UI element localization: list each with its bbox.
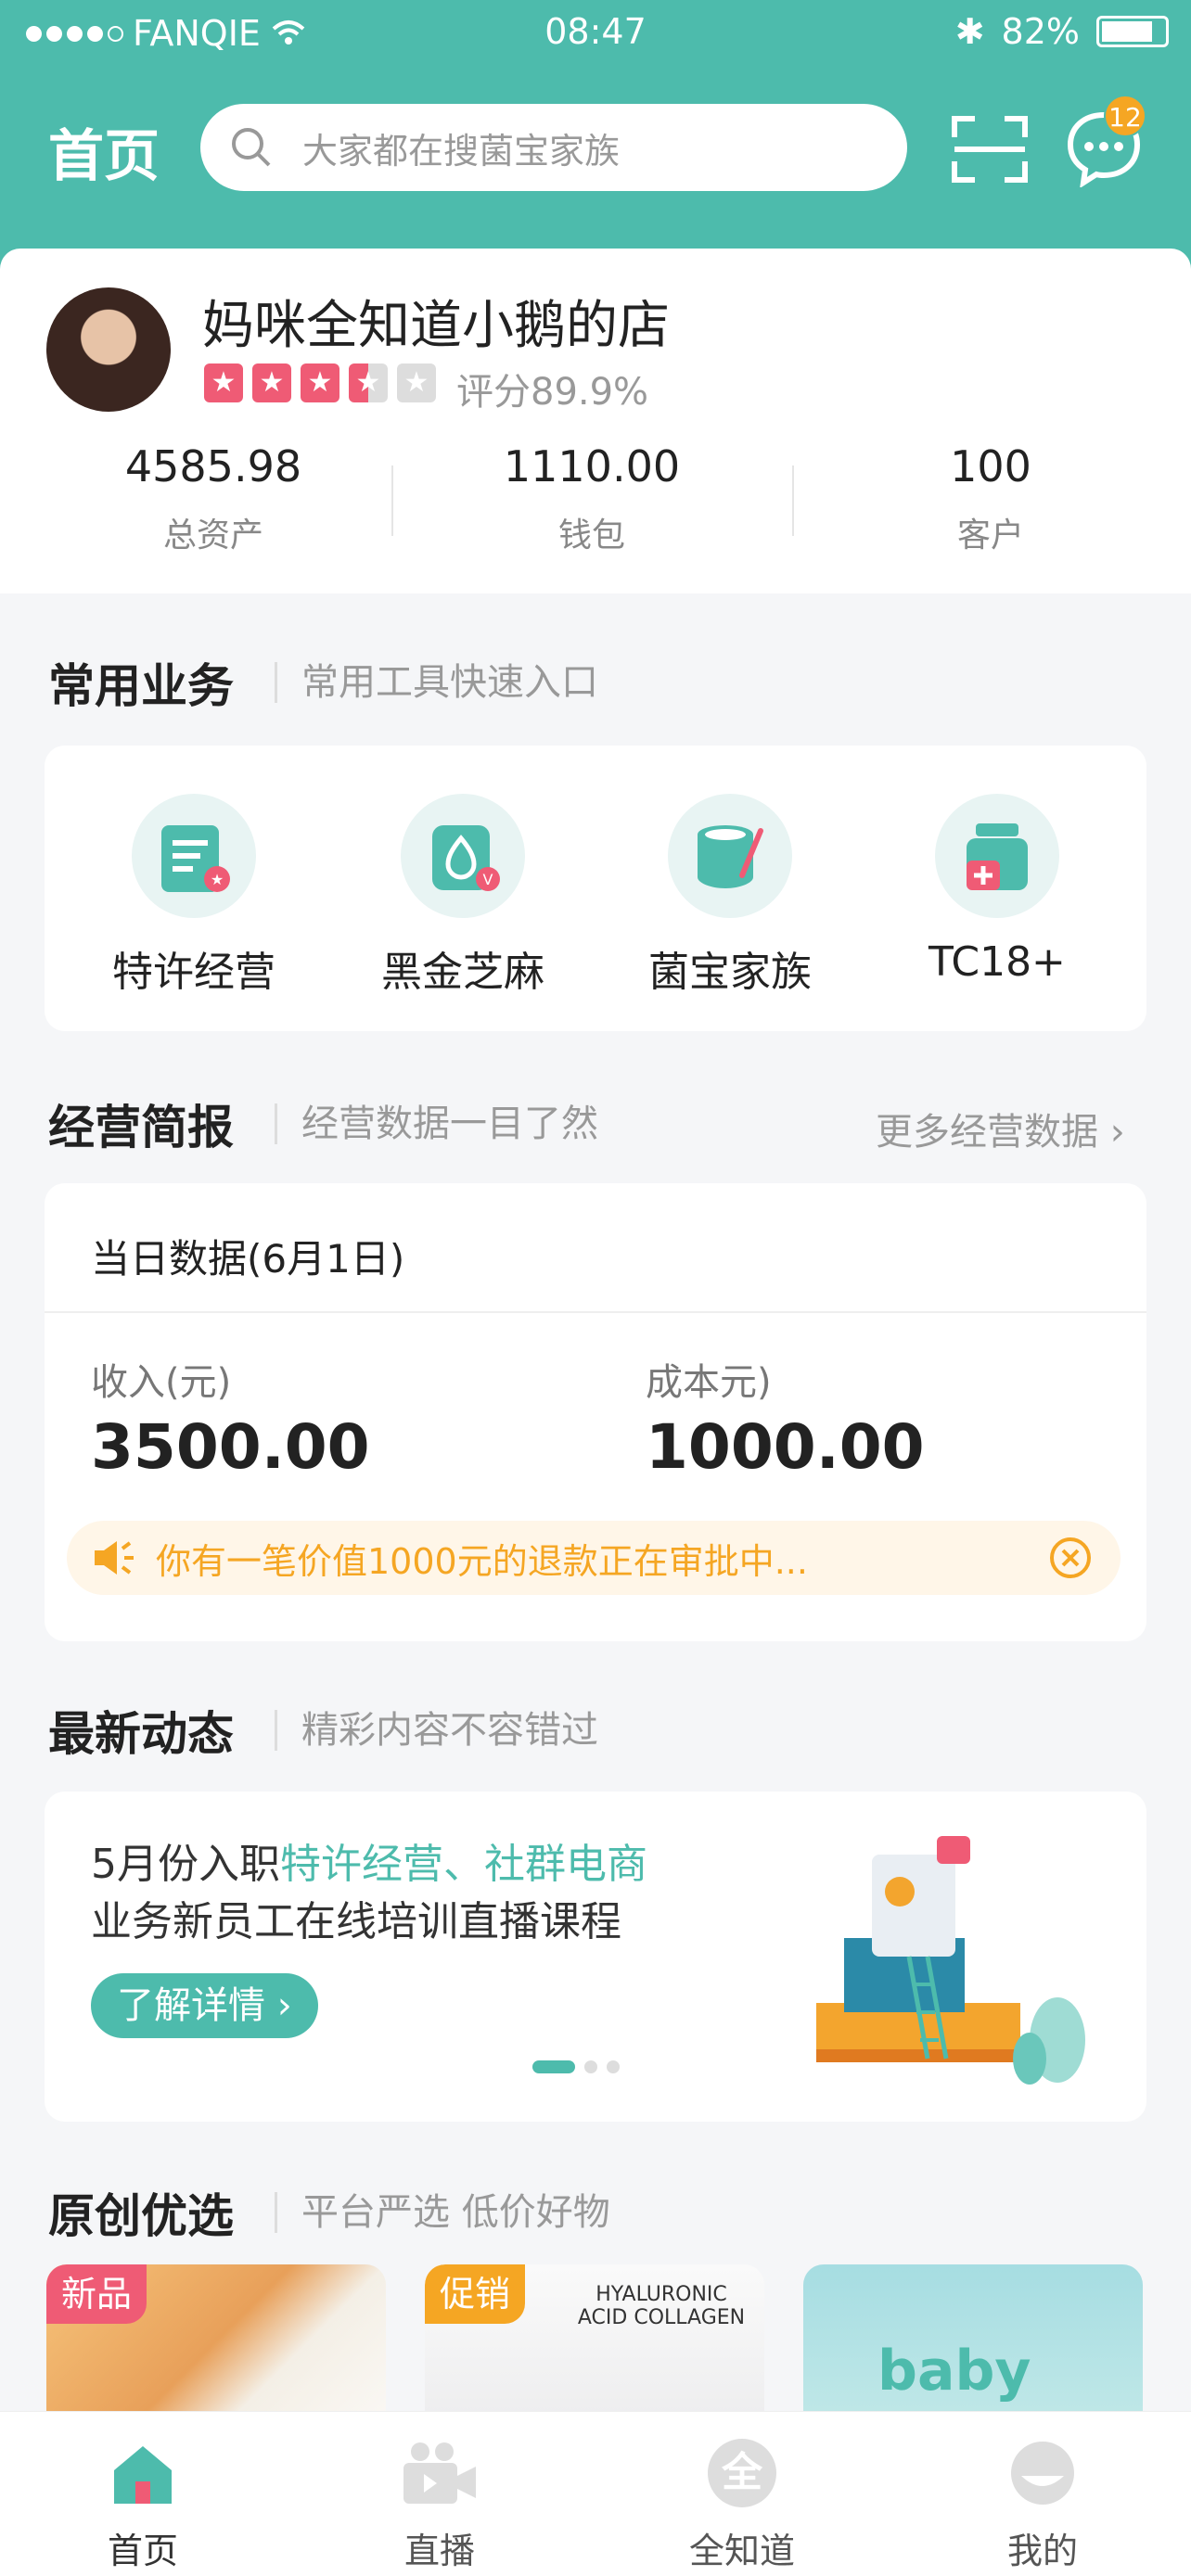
tool-label: TC18+ (928, 938, 1066, 986)
tool-label: 特许经营 (112, 949, 275, 996)
chevron-right-icon: › (276, 1984, 292, 2027)
knowall-icon: 全 (708, 2439, 776, 2507)
section-subtitle-news: 精彩内容不容错过 (275, 1710, 598, 1751)
jar-icon (698, 825, 763, 888)
news-line2: 业务新员工在线培训直播课程 (91, 1898, 621, 1945)
search-placeholder: 大家都在搜菌宝家族 (302, 130, 621, 172)
divider (391, 465, 393, 536)
home-icon (114, 2446, 172, 2504)
cost-label: 成本元) (646, 1361, 772, 1404)
section-title-picks: 原创优选 (48, 2189, 234, 2243)
page-title: 首页 (48, 124, 160, 189)
notice-text: 你有一笔价值1000元的退款正在审批中... (156, 1540, 808, 1582)
tab-mine[interactable]: 我的 (950, 2439, 1135, 2573)
svg-text:V: V (483, 871, 493, 888)
day-data-label: 当日数据(6月1日) (91, 1236, 405, 1282)
income-value: 3500.00 (91, 1411, 370, 1483)
message-count-badge: 12 (1104, 95, 1146, 137)
scan-icon[interactable] (951, 115, 1029, 184)
tool-label: 黑金芝麻 (381, 949, 544, 996)
stat-customers[interactable]: 100 客户 (852, 441, 1130, 556)
divider (45, 1311, 1146, 1313)
news-highlight: 特许经营、社群电商 (280, 1841, 647, 1888)
section-title-brief: 经营简报 (48, 1101, 234, 1154)
star-rating: ★ ★ ★ ★ ★ (204, 363, 436, 402)
tab-home[interactable]: 首页 (50, 2439, 236, 2573)
more-data-link[interactable]: 更多经营数据 › (876, 1102, 1125, 1155)
divider (792, 465, 794, 536)
close-icon[interactable] (1048, 1536, 1093, 1580)
tab-label: 直播 (403, 2531, 475, 2571)
star-empty-icon: ★ (397, 363, 436, 402)
carousel-indicator (532, 2060, 620, 2073)
search-input[interactable]: 大家都在搜菌宝家族 (200, 104, 907, 191)
stat-label: 客户 (956, 516, 1024, 555)
more-data-label: 更多经营数据 (876, 1111, 1098, 1154)
section-title-common: 常用业务 (48, 659, 234, 713)
video-icon (403, 2442, 476, 2504)
tab-label: 全知道 (688, 2531, 795, 2571)
stat-value: 1110.00 (503, 441, 681, 491)
section-subtitle-brief: 经营数据一目了然 (275, 1103, 598, 1144)
stat-label: 钱包 (557, 516, 625, 555)
rating-text: 评分89.9% (456, 371, 649, 414)
tab-live[interactable]: 直播 (347, 2439, 532, 2573)
star-half-icon: ★ (349, 363, 388, 402)
section-title-news: 最新动态 (48, 1707, 234, 1761)
avatar[interactable] (46, 287, 171, 412)
new-tag: 新品 (46, 2264, 147, 2324)
tool-license[interactable]: ★ 特许经营 (78, 794, 310, 998)
news-line1: 5月份入职 (91, 1841, 280, 1888)
tab-knowall[interactable]: 全 全知道 (649, 2439, 835, 2573)
tool-jar[interactable]: 菌宝家族 (614, 794, 846, 998)
license-icon: ★ (161, 825, 230, 892)
promo-tag: 促销 (425, 2264, 526, 2324)
speaker-icon (95, 1541, 134, 1575)
refund-notice[interactable]: 你有一笔价值1000元的退款正在审批中... (67, 1521, 1121, 1595)
svg-text:★: ★ (211, 871, 224, 888)
income-label: 收入(元) (91, 1361, 232, 1404)
user-icon (1011, 2442, 1074, 2505)
star-icon: ★ (301, 363, 339, 402)
tool-label: 菌宝家族 (648, 949, 812, 996)
battery-percent: 82% (1001, 11, 1080, 52)
product-caption: baby (877, 2339, 1031, 2404)
stat-value: 100 (950, 441, 1031, 491)
news-illustration (816, 1836, 1085, 2085)
stat-wallet[interactable]: 1110.00 钱包 (453, 441, 731, 556)
news-text: 5月份入职特许经营、社群电商 业务新员工在线培训直播课程 (91, 1836, 647, 1951)
learn-more-label: 了解详情 (117, 1984, 265, 2027)
stat-total-assets[interactable]: 4585.98 总资产 (74, 441, 352, 556)
stat-label: 总资产 (162, 516, 263, 555)
star-icon: ★ (204, 363, 243, 402)
shop-name: 妈咪全知道小鹅的店 (202, 296, 670, 356)
medicine-icon (967, 823, 1028, 890)
section-subtitle-common: 常用工具快速入口 (275, 662, 598, 703)
cost-value: 1000.00 (646, 1411, 925, 1483)
status-bar: FANQIE 08:47 ✱ 82% (0, 0, 1191, 67)
search-icon (232, 128, 271, 167)
battery-icon (1096, 16, 1169, 47)
stat-value: 4585.98 (124, 441, 302, 491)
learn-more-button[interactable]: 了解详情 › (91, 1973, 318, 2038)
tool-sesame[interactable]: V 黑金芝麻 (347, 794, 579, 998)
chevron-right-icon: › (1109, 1111, 1125, 1154)
section-subtitle-picks: 平台严选 低价好物 (275, 2192, 610, 2233)
product-caption: HYALURONIC ACID COLLAGEN (577, 2283, 746, 2329)
sesame-icon: V (432, 825, 500, 891)
star-icon: ★ (252, 363, 291, 402)
tab-label: 首页 (107, 2531, 178, 2571)
tool-tc18[interactable]: TC18+ (881, 794, 1113, 986)
tab-label: 我的 (1006, 2531, 1078, 2571)
bluetooth-icon: ✱ (954, 11, 985, 52)
